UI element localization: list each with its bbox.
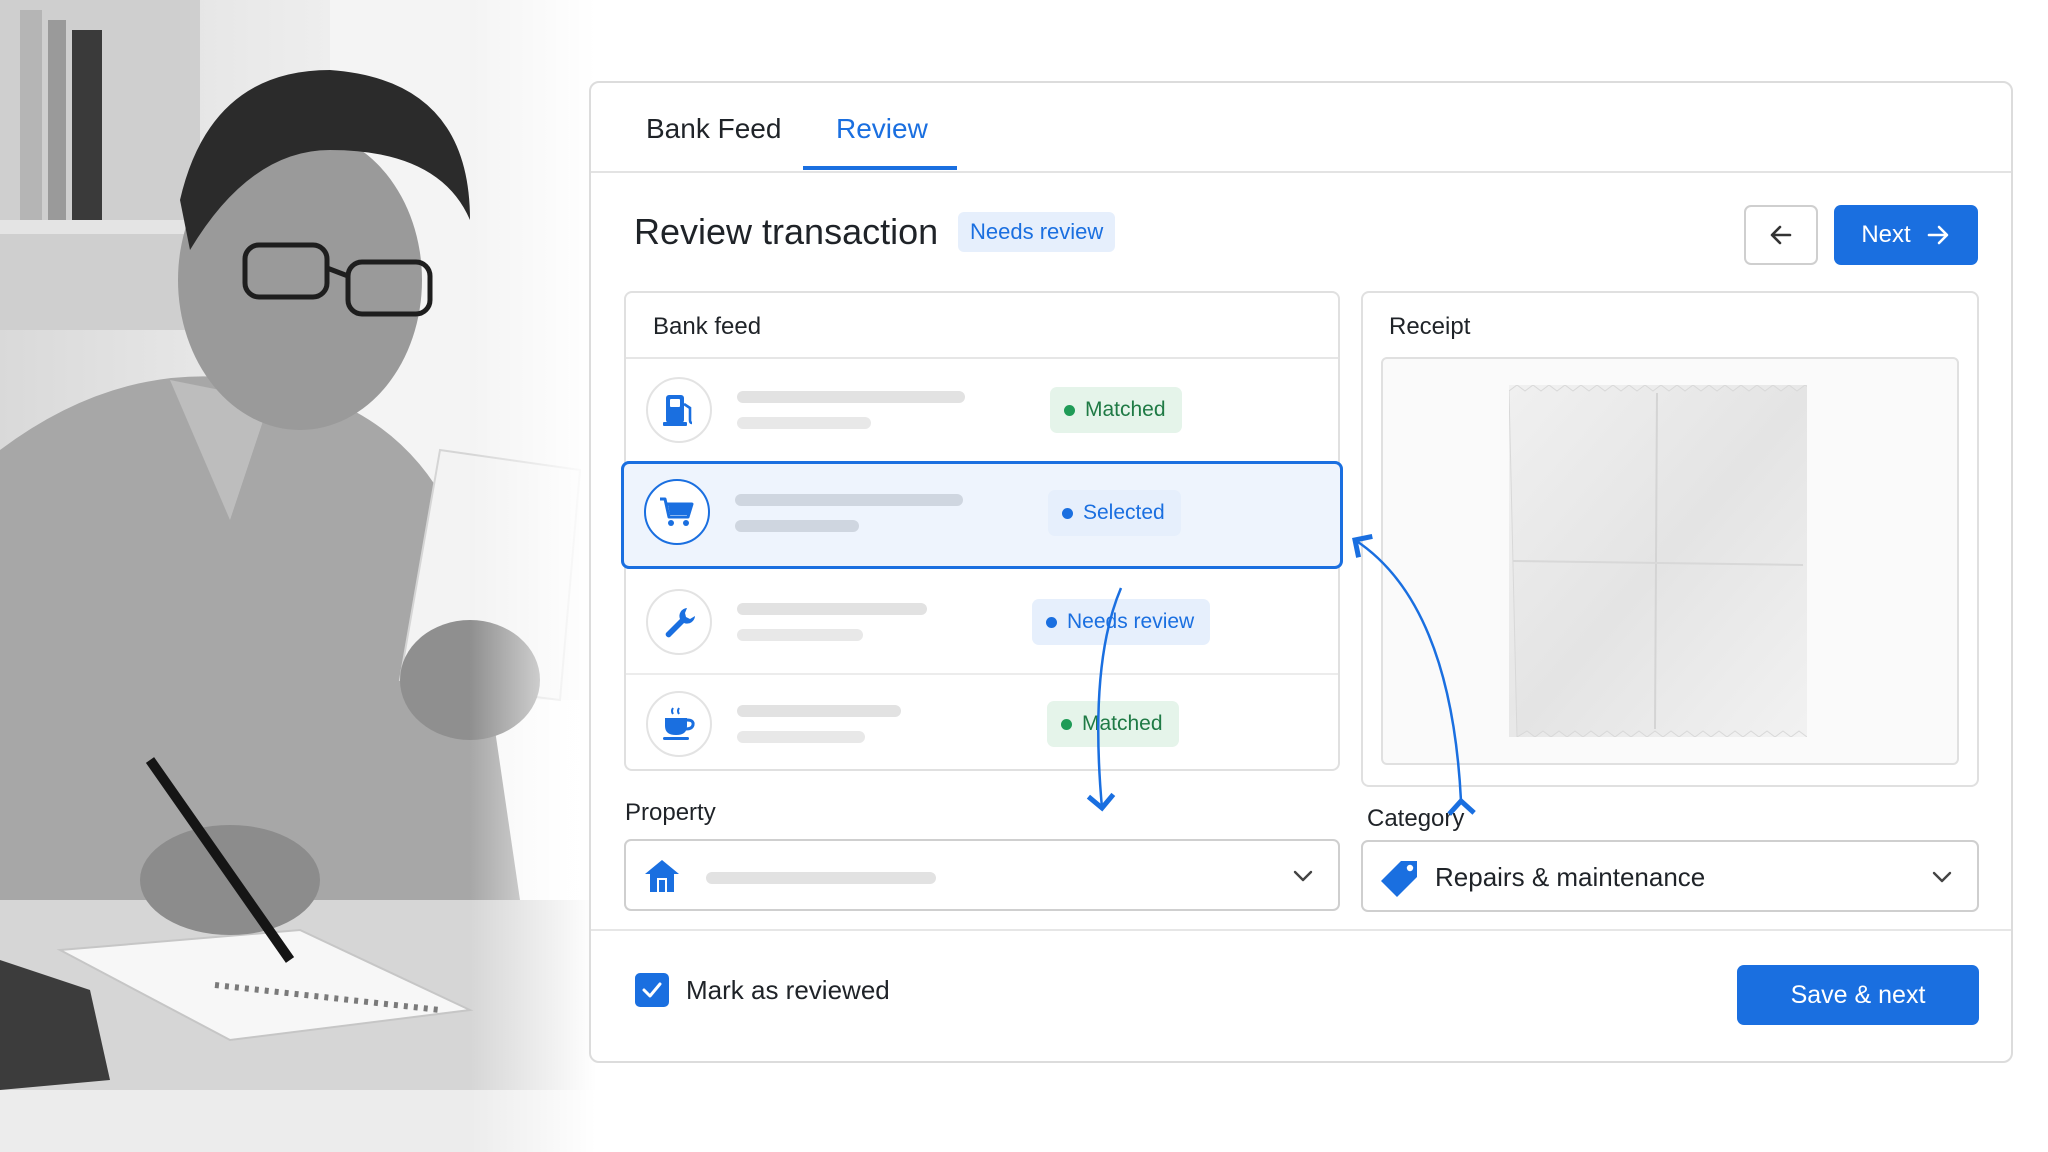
property-select[interactable]	[624, 839, 1340, 911]
status-label: Matched	[1082, 712, 1163, 735]
checkmark-icon	[642, 982, 662, 998]
bank-feed-row-selected[interactable]: Selected	[621, 461, 1343, 569]
category-label: Category	[1367, 805, 1465, 832]
tab-bank-feed[interactable]: Bank Feed	[646, 113, 781, 145]
page-title: Review transaction	[634, 211, 939, 252]
receipt-panel: Receipt	[1361, 291, 1979, 787]
next-button-label: Next	[1861, 221, 1911, 248]
category-select[interactable]: Repairs & maintenance	[1361, 840, 1979, 912]
active-tab-indicator	[803, 166, 957, 170]
property-value-placeholder	[706, 872, 936, 884]
category-value: Repairs & maintenance	[1435, 862, 1706, 892]
receipt-paper-image	[1509, 385, 1807, 737]
mark-reviewed-checkbox[interactable]	[635, 973, 669, 1007]
previous-button[interactable]	[1744, 205, 1818, 265]
tab-review[interactable]: Review	[836, 113, 928, 145]
status-label: Needs review	[1067, 610, 1195, 633]
status-label: Matched	[1085, 398, 1166, 421]
chevron-down-icon	[1293, 870, 1313, 882]
fuel-pump-icon	[663, 395, 693, 426]
status-pill-matched: Matched	[1050, 387, 1182, 433]
bank-feed-row[interactable]: Matched	[626, 673, 1338, 775]
review-card: Bank Feed Review Review transaction Need…	[589, 81, 2013, 1063]
arrow-left-icon	[1770, 225, 1792, 245]
next-button[interactable]: Next	[1834, 205, 1978, 265]
bank-feed-panel: Bank feed Matched Needs review Matched S…	[621, 291, 1343, 771]
arrow-right-icon	[1927, 225, 1948, 245]
status-pill-needs-review: Needs review	[1032, 599, 1211, 645]
status-pill-matched: Matched	[1047, 701, 1179, 747]
receipt-heading: Receipt	[1389, 313, 1471, 340]
bank-feed-row[interactable]: Needs review	[626, 571, 1338, 673]
coffee-cup-icon	[663, 707, 695, 740]
status-pill-selected: Selected	[1048, 490, 1181, 536]
save-and-next-button[interactable]: Save & next	[1737, 965, 1979, 1025]
status-badge: Needs review	[958, 212, 1116, 252]
chevron-down-icon	[1932, 871, 1952, 883]
tag-icon	[1381, 861, 1417, 897]
tab-bar: Bank Feed Review	[591, 83, 2011, 173]
wrench-icon	[665, 608, 695, 638]
receipt-image-frame[interactable]	[1381, 357, 1959, 765]
property-label: Property	[625, 799, 716, 826]
shopping-cart-icon	[660, 497, 694, 526]
home-icon	[645, 860, 679, 892]
bank-feed-heading: Bank feed	[653, 313, 762, 340]
bank-feed-row[interactable]: Matched	[626, 359, 1338, 461]
photo-man-with-receipt	[0, 0, 600, 1152]
mark-reviewed-label[interactable]: Mark as reviewed	[686, 975, 890, 1006]
status-label: Selected	[1083, 501, 1165, 524]
